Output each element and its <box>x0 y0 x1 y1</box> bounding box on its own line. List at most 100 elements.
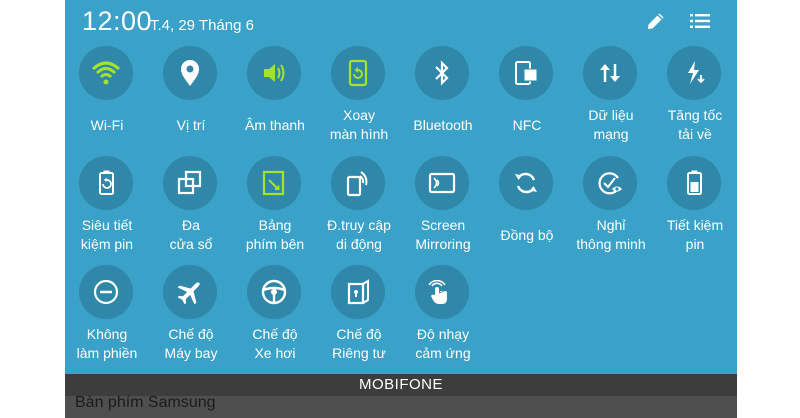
tile-label: Chế độ Xe hơi <box>227 325 323 363</box>
tile-label: Bluetooth <box>395 116 491 135</box>
tile-label-line1: Âm thanh <box>245 117 305 133</box>
tile-circle <box>331 156 385 210</box>
tile-label: Không làm phiền <box>65 325 155 363</box>
tile-circle <box>79 265 133 319</box>
tile-circle <box>499 46 553 100</box>
tile-circle <box>415 46 469 100</box>
tile-label: Đ.truy cập di động <box>311 216 407 254</box>
tile-label-line1: Bảng <box>258 217 292 233</box>
tile-label-line1: Chế độ <box>336 326 382 342</box>
tile-label: Dữ liệu mạng <box>563 106 659 144</box>
tile-nfc[interactable]: NFC <box>485 44 569 152</box>
tile-label-line1: Xoay <box>343 107 375 123</box>
tile-label: Vị trí <box>143 116 239 135</box>
tile-circle <box>247 46 301 100</box>
location-pin-icon <box>181 60 199 86</box>
tile-download-booster[interactable]: Tăng tốc tải về <box>653 44 737 152</box>
tile-steering-wheel[interactable]: Chế độ Xe hơi <box>233 263 317 371</box>
tile-label-line2: làm phiền <box>76 345 138 361</box>
tile-label: Đồng bộ <box>479 226 575 245</box>
tile-power-saving[interactable]: Tiết kiệm pin <box>653 154 737 262</box>
tile-circle <box>247 265 301 319</box>
edit-button[interactable] <box>643 8 669 34</box>
tile-label: Đa cửa sổ <box>143 216 239 254</box>
list-view-button[interactable] <box>687 8 713 34</box>
tile-circle <box>331 46 385 100</box>
bluetooth-icon <box>435 60 449 86</box>
tile-label-line2: pin <box>685 236 705 252</box>
tile-label-line2: Mirroring <box>415 236 471 252</box>
mobile-data-icon <box>600 64 620 82</box>
private-mode-icon <box>347 279 369 305</box>
tile-label-line1: Dữ liệu <box>588 107 634 123</box>
tile-label-line1: Tiết kiệm <box>666 217 724 233</box>
phone-screen: 12:00 T.4, 29 Tháng 6 Wi-Fi Vị trí Âm than… <box>65 0 737 418</box>
tile-label: Screen Mirroring <box>395 216 491 254</box>
tile-location-pin[interactable]: Vị trí <box>149 44 233 152</box>
steering-wheel-icon <box>261 279 287 305</box>
tile-toolbox[interactable]: Bảng phím bên <box>233 154 317 262</box>
tile-airplane[interactable]: Chế độ Máy bay <box>149 263 233 371</box>
tile-touch-sensitivity[interactable]: Độ nhạy cảm ứng <box>401 263 485 371</box>
tile-label: Âm thanh <box>227 116 323 135</box>
tile-speaker[interactable]: Âm thanh <box>233 44 317 152</box>
download-booster-icon <box>688 61 705 84</box>
tile-rotate-screen[interactable]: Xoay màn hình <box>317 44 401 152</box>
tile-label-line2: cảm ứng <box>415 345 471 361</box>
tile-ultra-power-saving[interactable]: Siêu tiết kiệm pin <box>65 154 149 262</box>
speaker-icon <box>264 64 285 82</box>
tile-label-line1: Không <box>86 326 128 342</box>
tile-label-line1: Siêu tiết <box>81 217 133 233</box>
tile-bluetooth[interactable]: Bluetooth <box>401 44 485 152</box>
tile-label-line1: Screen <box>420 217 466 233</box>
tile-private-mode[interactable]: Chế độ Riêng tư <box>317 263 401 371</box>
list-icon <box>690 14 710 28</box>
tile-circle <box>415 156 469 210</box>
tile-circle <box>415 265 469 319</box>
tile-circle <box>583 46 637 100</box>
quick-settings-panel: 12:00 T.4, 29 Tháng 6 Wi-Fi Vị trí Âm than… <box>65 0 737 374</box>
tile-label: Chế độ Máy bay <box>143 325 239 363</box>
tile-do-not-disturb[interactable]: Không làm phiền <box>65 263 149 371</box>
tile-circle <box>163 156 217 210</box>
carrier-name: MOBIFONE <box>65 374 737 396</box>
tile-label-line2: tải về <box>678 126 712 142</box>
tile-multi-window[interactable]: Đa cửa sổ <box>149 154 233 262</box>
touch-sensitivity-icon <box>428 279 447 304</box>
power-saving-icon <box>687 170 702 195</box>
ultra-power-saving-icon <box>99 170 114 195</box>
tile-label: Wi-Fi <box>65 116 155 135</box>
tile-label-line1: Chế độ <box>168 326 214 342</box>
tile-label: Độ nhạy cảm ứng <box>395 325 491 363</box>
tile-label-line1: NFC <box>512 117 542 133</box>
tile-label: Xoay màn hình <box>311 106 407 144</box>
tile-label: NFC <box>479 116 575 135</box>
tile-label-line1: Độ nhạy <box>416 326 470 342</box>
toolbox-icon <box>262 170 285 196</box>
status-header: 12:00 T.4, 29 Tháng 6 <box>65 0 737 46</box>
tile-label-line1: Chế độ <box>252 326 298 342</box>
keyboard-hint: Bàn phím Samsung <box>75 394 216 411</box>
tile-circle <box>331 265 385 319</box>
tile-wifi[interactable]: Wi-Fi <box>65 44 149 152</box>
screen-mirroring-icon <box>428 172 456 194</box>
tile-circle <box>163 46 217 100</box>
tile-label-line2: kiệm pin <box>80 236 134 252</box>
do-not-disturb-icon <box>93 279 119 305</box>
tile-label-line1: Nghỉ <box>596 217 626 233</box>
tile-sync[interactable]: Đồng bộ <box>485 154 569 262</box>
tile-mobile-data[interactable]: Dữ liệu mạng <box>569 44 653 152</box>
sync-icon <box>515 172 537 194</box>
tile-smart-stay[interactable]: Nghỉ thông minh <box>569 154 653 262</box>
tile-mobile-hotspot[interactable]: Đ.truy cập di động <box>317 154 401 262</box>
tile-label-line1: Wi-Fi <box>90 117 124 133</box>
tile-screen-mirroring[interactable]: Screen Mirroring <box>401 154 485 262</box>
tile-circle <box>247 156 301 210</box>
smart-stay-icon <box>598 172 622 195</box>
tile-circle <box>499 156 553 210</box>
tile-label: Bảng phím bên <box>227 216 323 254</box>
rotate-screen-icon <box>348 59 368 87</box>
multi-window-icon <box>177 170 202 195</box>
tile-circle <box>79 156 133 210</box>
wifi-icon <box>91 61 121 85</box>
